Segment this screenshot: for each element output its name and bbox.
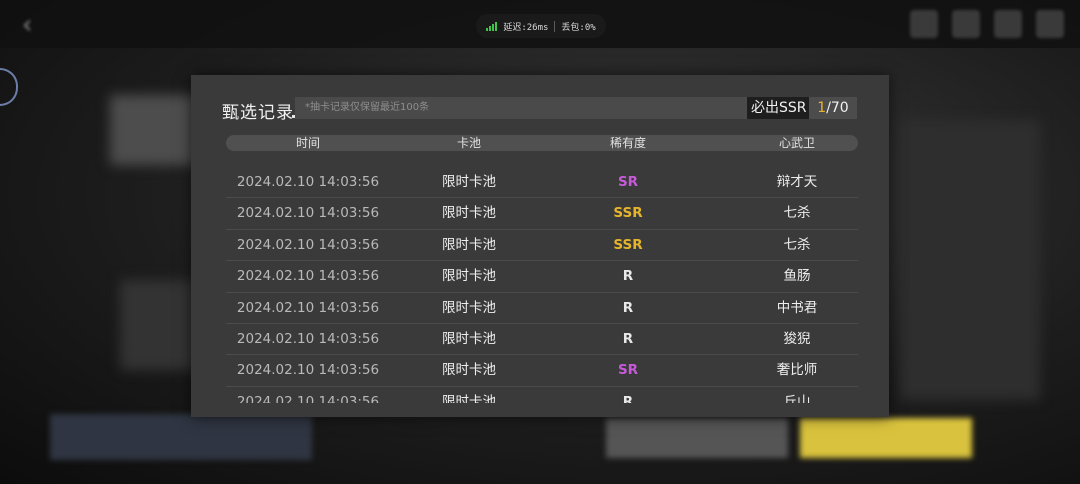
row-pool: 限时卡池 — [442, 362, 496, 379]
packet-loss-text: 丢包:0% — [561, 22, 596, 33]
row-rarity: R — [622, 330, 634, 347]
table-row: 2024.02.10 14:03:56 限时卡池 SR 奢比师 — [226, 355, 858, 387]
row-pool: 限时卡池 — [442, 330, 496, 347]
table-row: 2024.02.10 14:03:56 限时卡池 R 鱼肠 — [226, 261, 858, 293]
table-header: 时间 卡池 稀有度 心武卫 — [226, 135, 858, 151]
row-character: 狻猊 — [783, 330, 811, 347]
column-header-rarity: 稀有度 — [609, 136, 647, 150]
row-character: 七杀 — [783, 236, 811, 253]
modal-title: 甄选记录 — [222, 103, 294, 123]
table-row: 2024.02.10 14:03:56 限时卡池 R 丘山 — [226, 387, 858, 403]
row-pool: 限时卡池 — [442, 299, 496, 316]
bg-shape — [110, 95, 200, 165]
record-list[interactable]: 2024.02.10 14:03:56 限时卡池 SR 辩才天 2024.02.… — [226, 167, 858, 403]
status-divider — [554, 20, 556, 32]
top-right-menu — [910, 10, 1064, 38]
column-header-character: 心武卫 — [778, 136, 816, 150]
row-pool: 限时卡池 — [442, 205, 496, 222]
row-time: 2024.02.10 14:03:56 — [236, 362, 380, 379]
bg-shape — [120, 280, 200, 370]
single-pull-button[interactable] — [606, 418, 788, 458]
row-time: 2024.02.10 14:03:56 — [236, 330, 380, 347]
row-character: 辩才天 — [776, 174, 818, 190]
row-pool: 限时卡池 — [442, 393, 496, 403]
row-rarity: R — [622, 299, 634, 316]
menu-icon[interactable] — [910, 10, 938, 38]
bottom-left-card — [50, 414, 312, 460]
row-rarity: R — [622, 268, 634, 285]
row-time: 2024.02.10 14:03:56 — [236, 174, 380, 190]
row-time: 2024.02.10 14:03:56 — [236, 236, 380, 253]
table-row: 2024.02.10 14:03:56 限时卡池 R 狻猊 — [226, 324, 858, 356]
row-time: 2024.02.10 14:03:56 — [236, 393, 380, 403]
table-row: 2024.02.10 14:03:56 限时卡池 SSR 七杀 — [226, 198, 858, 230]
gacha-record-modal: 甄选记录 *抽卡记录仅保留最近100条 必出SSR 1/70 时间 卡池 稀有度… — [191, 75, 889, 417]
pity-total: /70 — [826, 100, 849, 116]
row-pool: 限时卡池 — [442, 236, 496, 253]
row-character: 七杀 — [783, 205, 811, 222]
menu-icon[interactable] — [994, 10, 1022, 38]
row-character: 丘山 — [783, 393, 811, 403]
row-character: 中书君 — [776, 299, 818, 316]
menu-icon[interactable] — [1036, 10, 1064, 38]
table-row: 2024.02.10 14:03:56 限时卡池 SR 辩才天 — [226, 167, 858, 199]
row-time: 2024.02.10 14:03:56 — [236, 268, 380, 285]
signal-icon — [486, 21, 498, 31]
row-rarity: SSR — [613, 236, 643, 253]
multi-pull-button[interactable] — [800, 418, 972, 458]
row-rarity: SR — [617, 174, 639, 190]
row-pool: 限时卡池 — [442, 174, 496, 190]
pity-label: 必出SSR — [747, 97, 811, 119]
row-rarity: SR — [617, 362, 639, 379]
column-header-pool: 卡池 — [456, 136, 482, 150]
latency-text: 延迟:26ms — [503, 22, 549, 33]
back-arrow-icon[interactable]: ‹ — [22, 10, 52, 40]
column-header-time: 时间 — [295, 136, 321, 150]
table-row: 2024.02.10 14:03:56 限时卡池 SSR 七杀 — [226, 230, 858, 262]
pity-counter: 1/70 — [809, 97, 857, 119]
row-time: 2024.02.10 14:03:56 — [236, 205, 380, 222]
row-character: 鱼肠 — [783, 268, 811, 285]
row-character: 奢比师 — [776, 362, 818, 379]
network-status: 延迟:26ms 丢包:0% — [476, 14, 606, 38]
row-rarity: R — [622, 393, 634, 403]
row-time: 2024.02.10 14:03:56 — [236, 299, 380, 316]
bg-shape — [900, 120, 1040, 400]
row-rarity: SSR — [613, 205, 643, 222]
table-row: 2024.02.10 14:03:56 限时卡池 R 中书君 — [226, 293, 858, 324]
record-notice: *抽卡记录仅保留最近100条 — [295, 97, 747, 119]
pity-current: 1 — [817, 100, 827, 116]
row-pool: 限时卡池 — [442, 268, 496, 285]
menu-icon[interactable] — [952, 10, 980, 38]
